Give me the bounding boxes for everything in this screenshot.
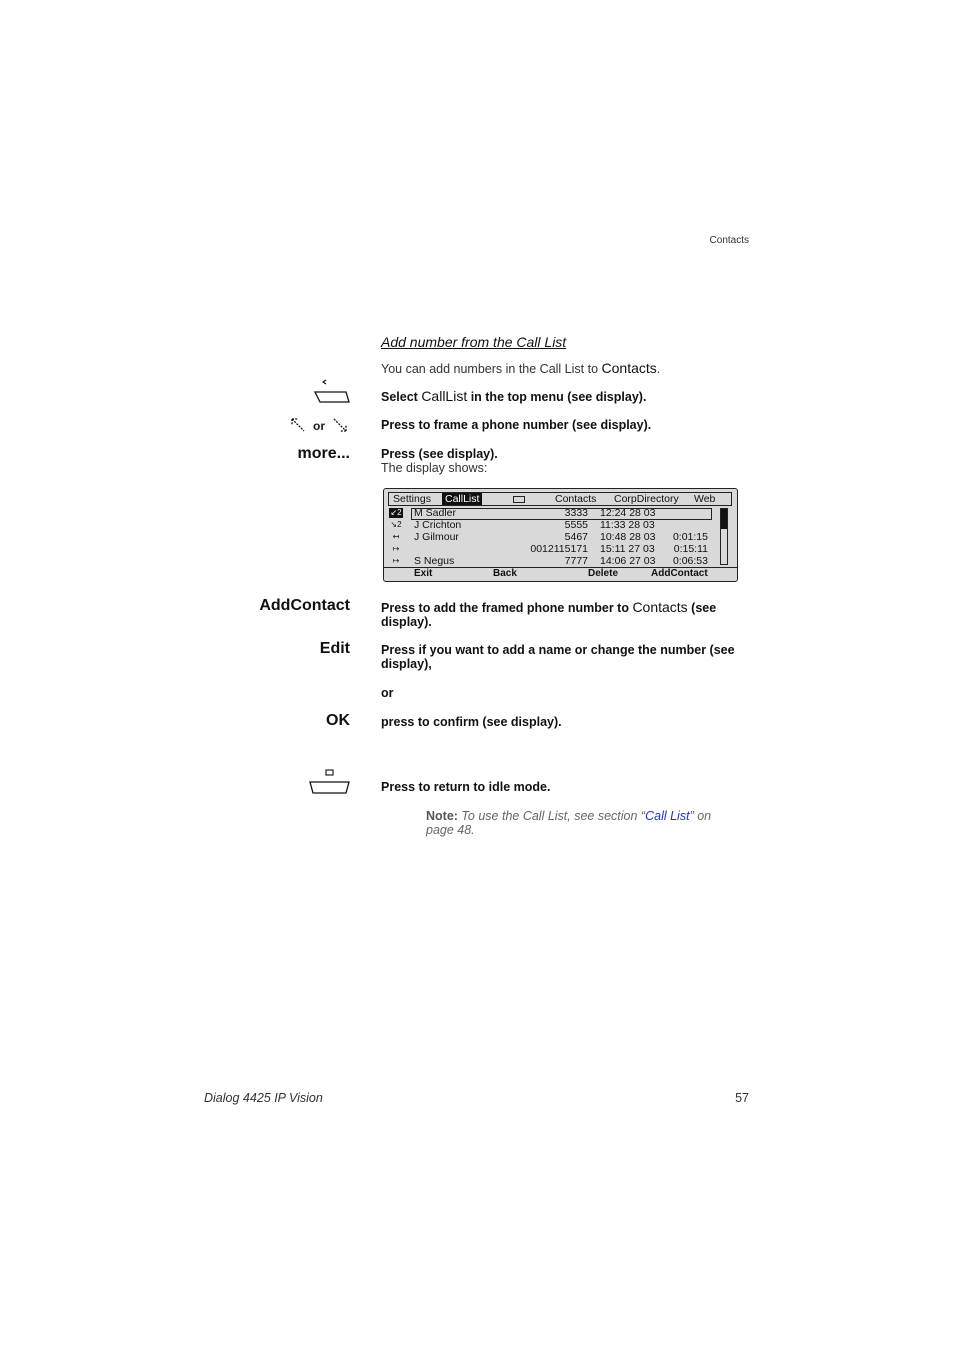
- edit-key[interactable]: Edit: [150, 640, 350, 658]
- call-list-row[interactable]: ↙2 M Sadler 3333 12:24 28 03: [388, 507, 718, 519]
- step-ok: press to confirm (see display).: [381, 715, 562, 729]
- menu-contacts[interactable]: Contacts: [552, 493, 599, 505]
- softkey-bar: Exit Back Delete AddContact: [384, 567, 737, 580]
- softkey-back[interactable]: Back: [493, 568, 517, 580]
- step-more: Press (see display). The display shows:: [381, 447, 498, 475]
- step-edit: Press if you want to add a name or chang…: [381, 643, 735, 671]
- call-list-row[interactable]: ↘2 J Crichton 5555 11:33 28 03: [388, 519, 718, 531]
- more-key[interactable]: more...: [150, 445, 350, 463]
- step-or: or: [381, 686, 394, 700]
- left-arrow-key-icon: [313, 379, 350, 403]
- intro-text: You can add numbers in the Call List to …: [381, 360, 661, 376]
- call-list-link[interactable]: Call List: [645, 809, 689, 823]
- phone-display: Settings CallList Contacts CorpDirectory…: [383, 488, 738, 582]
- addcontact-key[interactable]: AddContact: [150, 597, 350, 615]
- step-frame-number: Press to frame a phone number (see displ…: [381, 418, 652, 432]
- outgoing-call-icon: ↦: [392, 556, 400, 565]
- menu-corpdirectory[interactable]: CorpDirectory: [611, 493, 682, 505]
- scrollbar-thumb[interactable]: [721, 509, 727, 529]
- softkey-exit[interactable]: Exit: [414, 568, 432, 580]
- menu-mail-icon: [513, 496, 525, 503]
- missed-call-icon: ↘2: [390, 520, 402, 529]
- step-idle: Press to return to idle mode.: [381, 780, 551, 794]
- clear-key-icon: [309, 769, 350, 794]
- softkey-addcontact[interactable]: AddContact: [651, 568, 708, 580]
- footer-product: Dialog 4425 IP Vision: [204, 1091, 323, 1105]
- running-header: Contacts: [709, 235, 749, 246]
- display-scrollbar[interactable]: [720, 508, 728, 565]
- call-list-row[interactable]: ↦ S Negus 7777 14:06 27 03 0:06:53: [388, 555, 718, 567]
- step-addcontact: Press to add the framed phone number to …: [381, 599, 717, 629]
- menu-web[interactable]: Web: [691, 493, 718, 505]
- or-label: or: [313, 419, 325, 433]
- menu-settings[interactable]: Settings: [390, 493, 434, 505]
- step-select-calllist: Select CallList in the top menu (see dis…: [381, 388, 647, 404]
- call-list-row[interactable]: ↤ J Gilmour 5467 10:48 28 03 0:01:15: [388, 531, 718, 543]
- menu-calllist[interactable]: CallList: [442, 493, 483, 505]
- section-title: Add number from the Call List: [381, 334, 567, 350]
- softkey-delete[interactable]: Delete: [588, 568, 618, 580]
- navigate-down-icon: [333, 418, 347, 432]
- navigate-up-icon: [291, 418, 305, 432]
- display-menu-bar: Settings CallList Contacts CorpDirectory…: [388, 492, 732, 506]
- incoming-call-icon: ↤: [392, 532, 400, 541]
- outgoing-call-icon: ↦: [392, 544, 400, 553]
- missed-call-icon: ↙2: [389, 508, 403, 518]
- page-number: 57: [735, 1091, 749, 1105]
- ok-key[interactable]: OK: [150, 712, 350, 730]
- note: Note: To use the Call List, see section …: [426, 809, 712, 837]
- call-list-row[interactable]: ↦ 0012115171 15:11 27 03 0:15:11: [388, 543, 718, 555]
